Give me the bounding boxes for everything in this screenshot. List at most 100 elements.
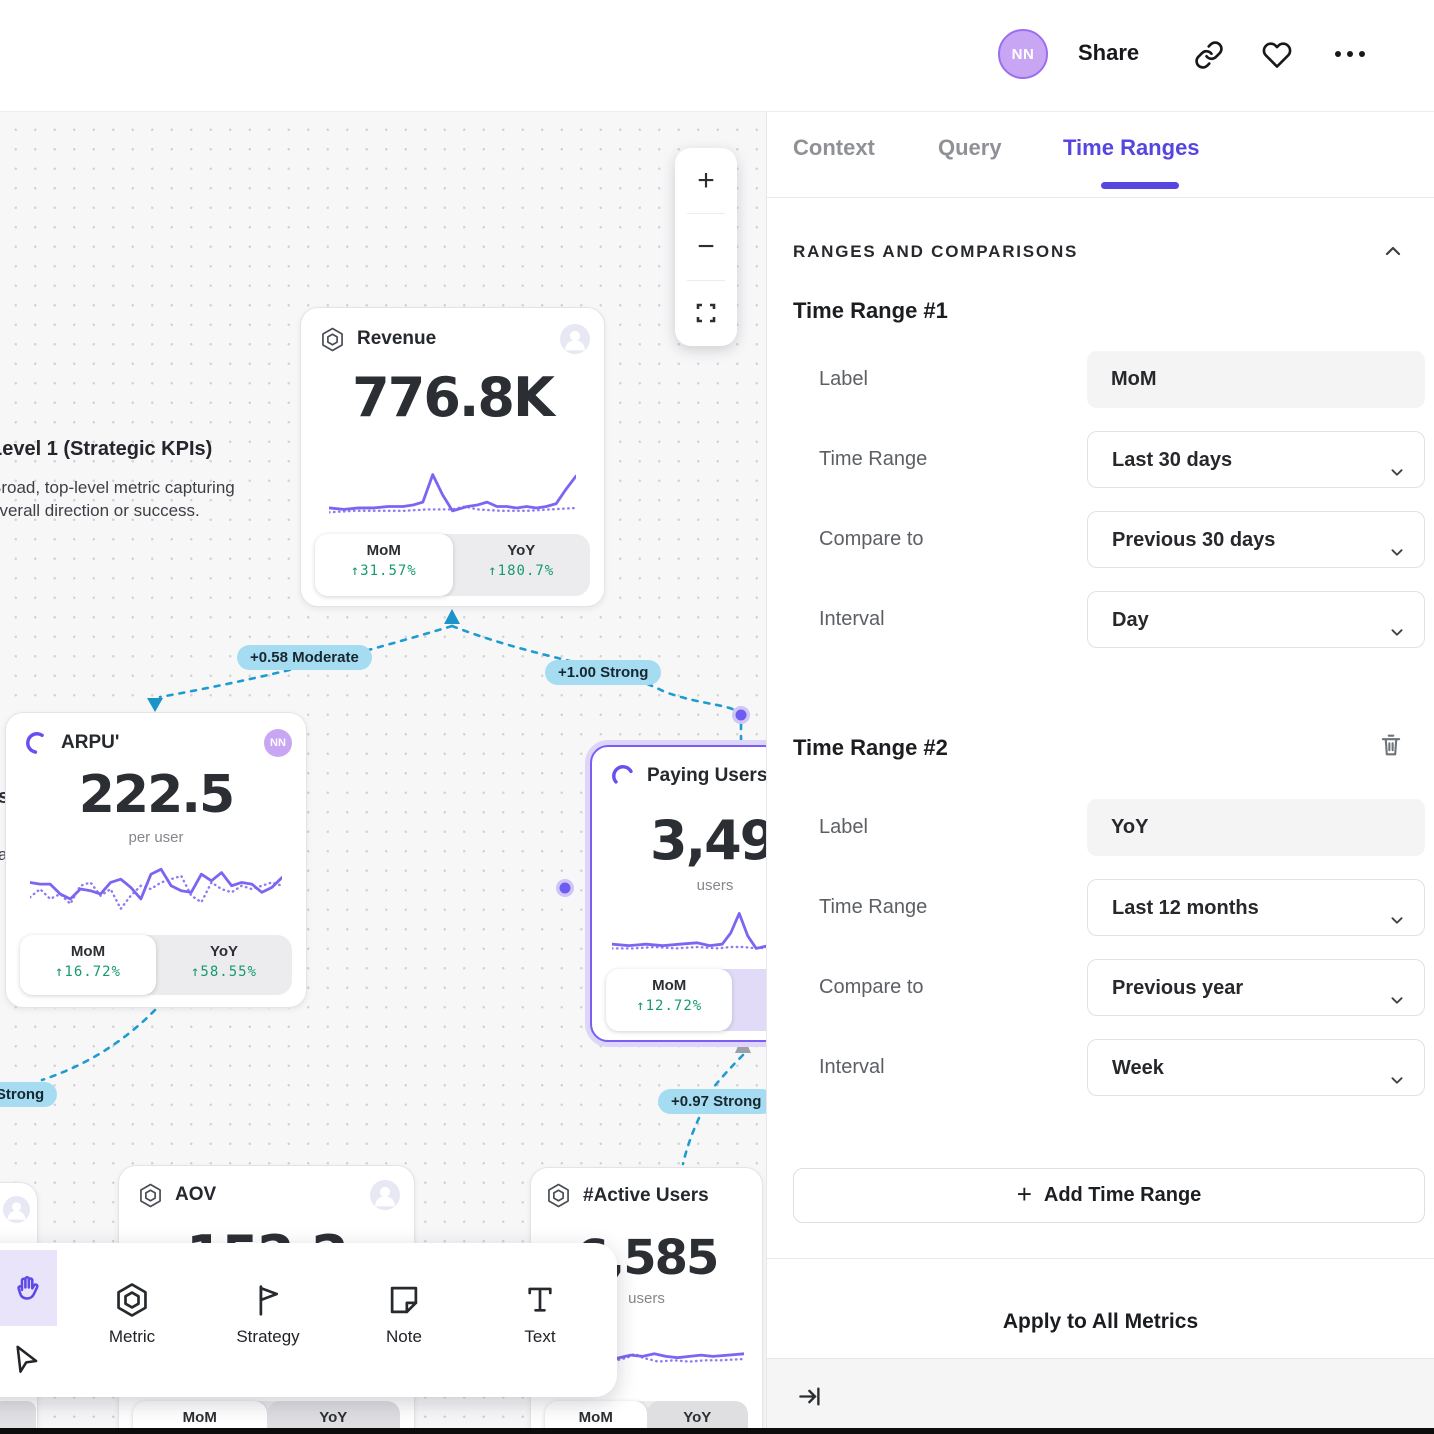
calculated-metric-arc-icon [610, 763, 636, 789]
metric-unit: per user [6, 829, 306, 846]
label-input[interactable]: MoM [1087, 351, 1425, 408]
correlation-badge[interactable]: 66 Strong [0, 1082, 57, 1107]
owner-avatar: NN [264, 729, 292, 757]
tab-yoy[interactable]: YoY ↑180.7% [453, 534, 591, 596]
settings-panel: Context Query Time Ranges RANGES AND COM… [766, 112, 1434, 1434]
sparkline-chart [329, 463, 576, 521]
metric-hexagon-icon [545, 1182, 572, 1209]
card-title: AOV [175, 1184, 216, 1206]
more-options-icon[interactable] [1335, 51, 1365, 57]
metric-value: 3,492 [592, 809, 766, 872]
metric-hexagon-icon [319, 326, 346, 353]
correlation-badge[interactable]: +1.00 Strong [545, 660, 661, 685]
apply-to-all-metrics-button[interactable]: Apply to All Metrics [767, 1310, 1434, 1334]
time-range-1-title: Time Range #1 [793, 298, 948, 324]
fit-view-button[interactable] [675, 281, 737, 346]
chevron-down-icon [1386, 449, 1408, 471]
chevron-down-icon [1386, 529, 1408, 551]
owner-avatar [560, 324, 590, 354]
tab-mom[interactable]: MoM ↑16.72% [20, 935, 156, 995]
comparison-tab-group: MoM ↑16.72% YoY ↑58.55% [20, 935, 292, 995]
metric-unit: users [592, 877, 766, 894]
metric-card-paying-users[interactable]: Paying Users' 3,492 users MoM ↑12.72% [590, 745, 766, 1042]
chevron-down-icon [1386, 977, 1408, 999]
tab-yoy[interactable] [732, 969, 766, 1031]
canvas-toolbar: Metric Strategy Note Text [0, 1243, 617, 1397]
flag-icon [249, 1281, 287, 1319]
add-metric-tool[interactable]: Metric [77, 1243, 187, 1397]
correlation-badge[interactable]: +0.58 Moderate [237, 645, 372, 670]
hand-icon [11, 1270, 47, 1306]
trash-icon [1377, 730, 1405, 760]
tab-mom[interactable]: MoM ↑12.72% [606, 969, 732, 1031]
active-tab-indicator [1101, 182, 1179, 189]
zoom-out-button[interactable]: − [675, 214, 737, 279]
bottom-edge-bar [0, 1428, 1434, 1434]
card-title: Revenue [357, 328, 436, 350]
favorite-heart-icon[interactable] [1262, 40, 1292, 70]
user-avatar[interactable]: NN [998, 29, 1048, 79]
zoom-controls: + − [675, 148, 737, 346]
tab-yoy[interactable]: YoY ↑58.55% [156, 935, 292, 995]
select-tool-button[interactable] [0, 1326, 57, 1395]
top-bar: NN Share [0, 0, 1434, 112]
section-header: RANGES AND COMPARISONS [793, 242, 1078, 262]
label-input[interactable]: YoY [1087, 799, 1425, 856]
add-strategy-tool[interactable]: Strategy [213, 1243, 323, 1397]
add-time-range-button[interactable]: + Add Time Range [793, 1168, 1425, 1223]
share-button[interactable]: Share [1078, 40, 1139, 66]
comparison-tab-group: MoM ↑31.57% YoY ↑180.7% [315, 534, 590, 596]
comparison-tab-group: MoM ↑12.72% [606, 969, 766, 1031]
zoom-in-button[interactable]: + [675, 148, 737, 213]
time-range-select[interactable]: Last 30 days [1087, 431, 1425, 488]
cursor-arrow-icon [12, 1344, 46, 1378]
plus-icon: + [1017, 1179, 1032, 1210]
card-title: Paying Users' [647, 765, 766, 787]
metric-card-arpu[interactable]: ARPU' NN 222.5 per user MoM ↑16.72% YoY … [5, 712, 307, 1008]
pan-tool-button[interactable] [0, 1250, 57, 1326]
text-tool-icon [521, 1281, 559, 1319]
metric-value: 776.8K [301, 366, 604, 429]
owner-avatar [3, 1196, 30, 1223]
chevron-down-icon [1386, 609, 1408, 631]
calculated-metric-arc-icon [24, 730, 50, 756]
delete-time-range-button[interactable] [1377, 730, 1405, 760]
interval-select[interactable]: Week [1087, 1039, 1425, 1096]
metric-value: 222.5 [6, 765, 306, 825]
card-title: #Active Users [583, 1185, 709, 1207]
tab-mom[interactable]: MoM ↑31.57% [315, 534, 453, 596]
metric-hexagon-icon [137, 1182, 164, 1209]
card-title: ARPU' [61, 732, 119, 754]
panel-footer [767, 1358, 1434, 1434]
sparkline-chart [30, 861, 282, 927]
add-text-tool[interactable]: Text [485, 1243, 595, 1397]
correlation-badge[interactable]: +0.97 Strong [658, 1089, 766, 1114]
add-note-tool[interactable]: Note [349, 1243, 459, 1397]
fullscreen-icon [694, 301, 718, 325]
field-label: Time Range [819, 879, 927, 936]
field-label: Interval [819, 591, 885, 648]
field-label: Label [819, 351, 868, 408]
chevron-down-icon [1386, 1057, 1408, 1079]
time-range-2-title: Time Range #2 [793, 735, 948, 761]
note-icon [385, 1281, 423, 1319]
field-label: Time Range [819, 431, 927, 488]
time-range-select[interactable]: Last 12 months [1087, 879, 1425, 936]
field-label: Compare to [819, 511, 924, 568]
field-label: Label [819, 799, 868, 856]
collapse-panel-icon[interactable] [797, 1383, 824, 1410]
copy-link-icon[interactable] [1194, 40, 1224, 70]
compare-to-select[interactable]: Previous 30 days [1087, 511, 1425, 568]
metric-card-revenue[interactable]: Revenue 776.8K MoM ↑31.57% YoY ↑180.7% [300, 307, 605, 607]
metric-hexagon-icon [113, 1281, 151, 1319]
field-label: Interval [819, 1039, 885, 1096]
metric-tree-canvas[interactable]: Level 1 (Strategic KPIs) Broad, top-leve… [0, 112, 766, 1434]
compare-to-select[interactable]: Previous year [1087, 959, 1425, 1016]
interval-select[interactable]: Day [1087, 591, 1425, 648]
tab-query[interactable]: Query [938, 135, 1002, 161]
sparkline-chart [612, 905, 766, 961]
tab-context[interactable]: Context [793, 135, 875, 161]
collapse-section-chevron-icon[interactable] [1381, 240, 1405, 264]
owner-avatar [370, 1180, 400, 1210]
tab-time-ranges[interactable]: Time Ranges [1063, 135, 1200, 161]
